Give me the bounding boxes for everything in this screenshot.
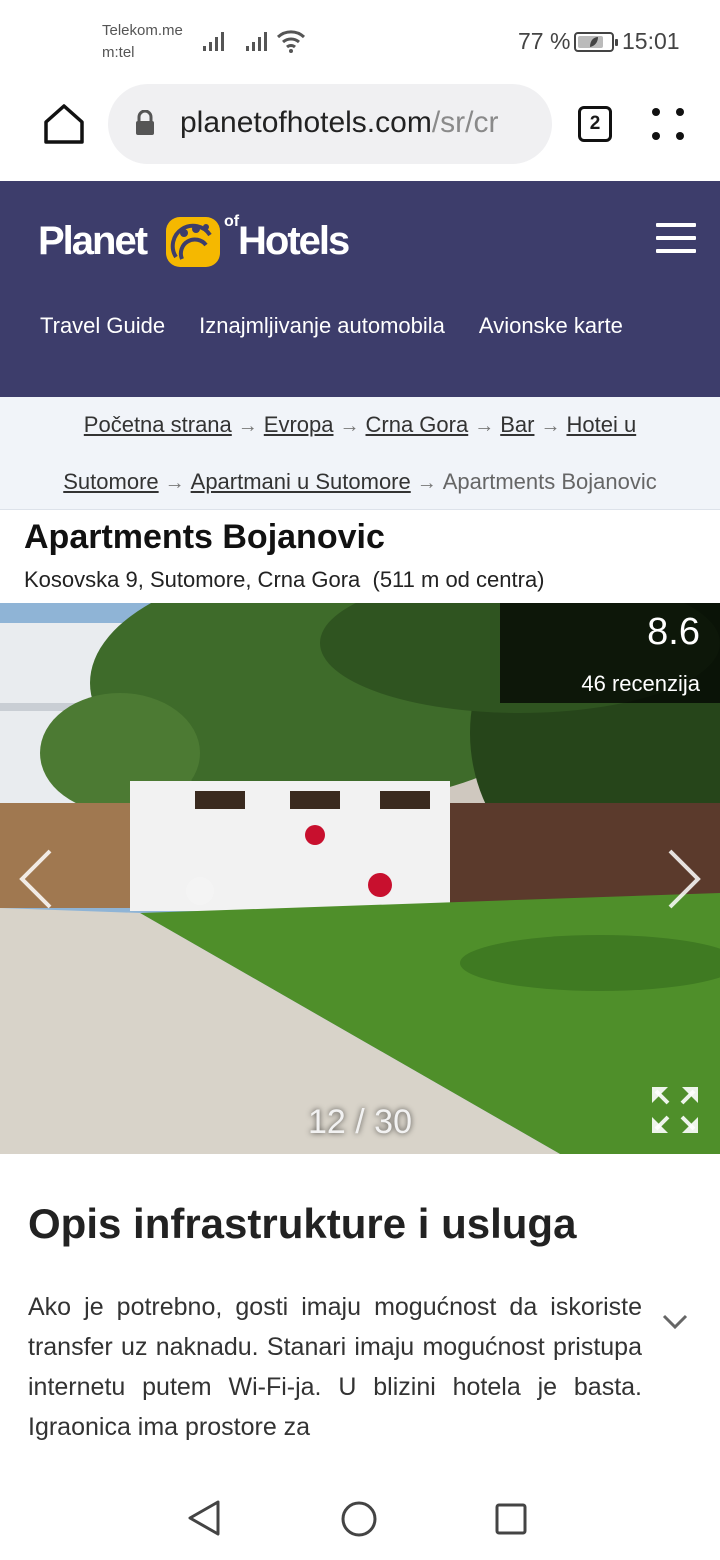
leaf-icon [590, 37, 598, 47]
url-path: /sr/cr [431, 106, 499, 139]
breadcrumb-hotels-part1: Hotei u [566, 412, 637, 437]
breadcrumb-home[interactable]: Početna strana [84, 412, 232, 437]
rating-score: 8.6 [647, 611, 700, 653]
breadcrumb-separator: → [540, 415, 561, 437]
hotel-title: Apartments Bojanovic [24, 518, 385, 556]
chevron-right-icon[interactable] [664, 847, 704, 911]
photo-gallery[interactable]: 8.6 46 recenzija 12 / 30 [0, 603, 720, 1154]
breadcrumb-separator: → [237, 415, 258, 437]
logo-text-of: of [224, 213, 240, 230]
battery-icon [574, 32, 618, 52]
breadcrumb-montenegro[interactable]: Crna Gora [366, 412, 469, 437]
chevron-down-icon[interactable] [660, 1306, 690, 1336]
breadcrumb-current: Apartments Bojanovic [442, 469, 657, 494]
signal-icon [203, 32, 224, 51]
fullscreen-icon[interactable] [650, 1085, 700, 1135]
breadcrumb: Početna strana → Evropa → Crna Gora → Bar → Hote… [0, 397, 720, 510]
address-bar[interactable]: planetofhotels.com/sr/cr [108, 84, 552, 164]
address-text: Kosovska 9, Sutomore, Crna Gora [24, 567, 361, 592]
distance-text: (511 m od centra) [372, 567, 545, 592]
planet-logo-icon [166, 217, 220, 267]
tabs-icon[interactable]: 2 [578, 106, 612, 142]
signal-icon [246, 32, 267, 51]
clock: 15:01 [622, 28, 680, 54]
more-vert-icon[interactable] [650, 106, 686, 142]
site-header: Planet of Hotels Travel Guide Iznajmljiv… [0, 181, 720, 397]
section-title: Opis infrastrukture i usluga [28, 1200, 577, 1247]
hotel-address: Kosovska 9, Sutomore, Crna Gora (511 m o… [24, 567, 545, 593]
back-icon[interactable] [186, 1498, 222, 1538]
carrier-label: Telekom.me m:tel [102, 20, 183, 64]
system-nav-bar [0, 1470, 720, 1560]
breadcrumb-separator: → [164, 472, 185, 494]
carrier-line-1: Telekom.me [102, 22, 183, 39]
breadcrumb-bar[interactable]: Bar [500, 412, 534, 437]
url-domain: planetofhotels.com [180, 106, 432, 139]
nav-car-rental[interactable]: Iznajmljivanje automobila [199, 313, 445, 339]
recent-apps-icon[interactable] [494, 1502, 528, 1536]
carrier-line-2: m:tel [102, 44, 135, 61]
logo-text-planet: Planet [38, 219, 148, 263]
status-bar: Telekom.me m:tel 77 % 15:01 [0, 0, 720, 84]
breadcrumb-separator: → [339, 415, 360, 437]
breadcrumb-separator: → [416, 472, 437, 494]
battery-percent: 77 % [518, 28, 571, 54]
nav-flights[interactable]: Avionske karte [479, 313, 623, 339]
review-count[interactable]: 46 recenzija [581, 671, 700, 697]
home-circle-icon[interactable] [340, 1500, 378, 1538]
home-icon[interactable] [40, 100, 88, 148]
breadcrumb-hotels-part2: Sutomore [63, 469, 159, 494]
description-text: Ako je potrebno, gosti imaju mogućnost d… [28, 1293, 642, 1441]
url-text: planetofhotels.com/sr/cr [180, 106, 498, 140]
hamburger-menu-icon[interactable] [656, 223, 696, 253]
rating-badge: 8.6 46 recenzija [500, 603, 720, 703]
wifi-icon [276, 30, 306, 53]
lock-icon [136, 110, 154, 135]
main-nav: Travel Guide Iznajmljivanje automobila A… [40, 313, 623, 339]
photo-counter: 12 / 30 [308, 1103, 412, 1141]
logo-text-hotels: Hotels [238, 219, 350, 263]
breadcrumb-separator: → [474, 415, 495, 437]
nav-travel-guide[interactable]: Travel Guide [40, 313, 165, 339]
browser-toolbar: planetofhotels.com/sr/cr 2 [0, 84, 720, 181]
breadcrumb-apartments-sutomore[interactable]: Apartmani u Sutomore [191, 469, 411, 494]
chevron-left-icon[interactable] [16, 847, 56, 911]
breadcrumb-europe[interactable]: Evropa [264, 412, 334, 437]
